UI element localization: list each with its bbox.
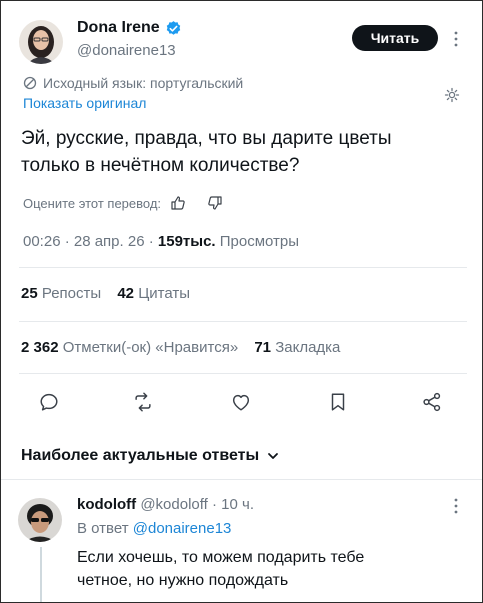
author-name-row: Dona Irene [77, 19, 182, 37]
thumbs-down-icon[interactable] [207, 195, 223, 211]
divider [1, 479, 482, 480]
tweet-text-line-1: Эй, русские, правда, что вы дарите цветы [21, 128, 392, 149]
reply-header-row: kodoloff @kodoloff · 10 ч. [77, 496, 254, 513]
reply-in-reply-to: В ответ @donairene13 [77, 520, 231, 537]
reply-author-handle[interactable]: @kodoloff [140, 496, 208, 513]
author-name[interactable]: Dona Irene [77, 19, 160, 37]
reply-text: Если хочешь, то можем подарить тебе четн… [77, 546, 467, 592]
quotes-label: Цитаты [138, 285, 191, 302]
divider [19, 321, 467, 322]
reply-icon[interactable] [38, 391, 60, 413]
reply-text-line-1: Если хочешь, то можем подарить тебе [77, 549, 365, 566]
heart-icon[interactable] [230, 391, 252, 413]
bookmarks-count: 71 [254, 339, 272, 356]
reposts-count: 25 [21, 285, 38, 302]
likes-stat[interactable]: 2 362 Отметки(-ок) «Нравится» [21, 339, 238, 356]
views-label: Просмотры [219, 233, 300, 250]
quotes-count: 42 [117, 285, 135, 302]
bookmarks-label: Закладка [275, 339, 341, 356]
reply-author-name[interactable]: kodoloff [77, 496, 136, 513]
rate-translation-label: Оцените этот перевод: [23, 195, 162, 211]
likes-label: Отметки(-ок) «Нравится» [62, 339, 239, 356]
divider [19, 373, 467, 374]
in-reply-to-prefix: В ответ [77, 520, 129, 537]
translation-source-language: Исходный язык: португальский [43, 75, 244, 91]
replies-sort-label: Наиболее актуальные ответы [21, 447, 260, 464]
reply-text-line-2: четное, но нужно подождать [77, 572, 289, 589]
translation-settings-gear-icon[interactable] [444, 87, 460, 103]
rate-translation-row: Оцените этот перевод: [23, 195, 223, 211]
share-icon[interactable] [421, 391, 443, 413]
likes-count: 2 362 [21, 339, 59, 356]
quotes-stat[interactable]: 42 Цитаты [117, 285, 190, 302]
show-original-link[interactable]: Показать оригинал [23, 95, 146, 111]
bookmarks-stat[interactable]: 71 Закладка [254, 339, 340, 356]
chevron-down-icon [267, 450, 279, 462]
repost-icon[interactable] [132, 391, 154, 413]
divider [19, 267, 467, 268]
reposts-label: Репосты [41, 285, 102, 302]
reply-author-avatar[interactable] [18, 498, 62, 542]
replies-sort-dropdown[interactable]: Наиболее актуальные ответы [21, 447, 279, 465]
tweet-timestamp[interactable]: 00:26 · 28 апр. 26 · [23, 233, 158, 250]
reply-more-options-icon[interactable] [453, 498, 459, 514]
tweet-text: Эй, русские, правда, что вы дарите цветы… [21, 125, 471, 179]
reply-avatar-image [18, 498, 62, 542]
verified-badge-icon [165, 20, 182, 37]
tweet-text-line-2: только в нечётном количестве? [21, 155, 300, 176]
thumbs-up-icon[interactable] [170, 195, 186, 211]
author-avatar[interactable] [19, 20, 63, 64]
tweet-screen: Dona Irene @donairene13 Читать Исходный … [0, 0, 483, 603]
reply-thread-line [40, 547, 42, 602]
reply-time[interactable]: · 10 ч. [212, 496, 254, 513]
no-translate-icon [23, 76, 37, 90]
repost-quote-stats: 25 Репосты 42 Цитаты [21, 285, 190, 302]
in-reply-to-handle[interactable]: @donairene13 [133, 520, 232, 537]
views-count: 159тыс. [157, 233, 216, 250]
author-handle[interactable]: @donairene13 [77, 42, 176, 59]
bookmark-icon[interactable] [327, 391, 349, 413]
like-bookmark-stats: 2 362 Отметки(-ок) «Нравится» 71 Закладк… [21, 339, 340, 356]
translation-source-row: Исходный язык: португальский [23, 75, 243, 91]
reposts-stat[interactable]: 25 Репосты [21, 285, 101, 302]
tweet-meta-row: 00:26 · 28 апр. 26 · 159тыс. Просмотры [23, 233, 299, 250]
more-options-icon[interactable] [453, 31, 459, 47]
author-avatar-image [19, 20, 63, 64]
follow-button[interactable]: Читать [352, 25, 438, 51]
